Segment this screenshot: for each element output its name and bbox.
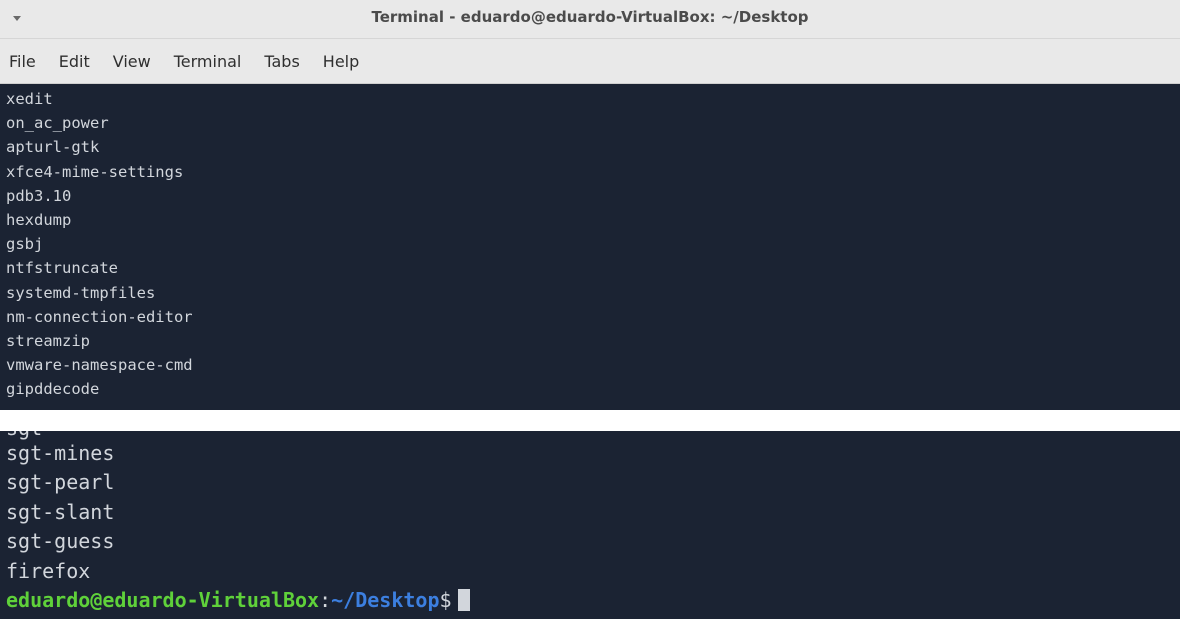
output-line: xfce4-mime-settings [6, 162, 184, 181]
prompt-colon: : [319, 588, 332, 613]
output-line: gsbj [6, 235, 44, 254]
text-cursor [457, 589, 470, 612]
title-bar[interactable]: Terminal - eduardo@eduardo-VirtualBox: ~… [0, 0, 1180, 39]
menu-edit[interactable]: Edit [59, 52, 90, 71]
menu-tabs[interactable]: Tabs [264, 52, 299, 71]
menu-help[interactable]: Help [323, 52, 359, 71]
output-line: ntfstruncate [6, 259, 118, 278]
prompt-user-host: eduardo@eduardo-VirtualBox [6, 588, 320, 613]
terminal-output-bottom[interactable]: sgt- sgt-mines sgt-pearl sgt-slant sgt-g… [0, 431, 1180, 619]
output-line: pdb3.10 [6, 186, 72, 205]
output-line: sgt-pearl [6, 470, 115, 495]
screenshot-gap [0, 410, 1180, 431]
bottom-output-lines: sgt-mines sgt-pearl sgt-slant sgt-guess … [6, 439, 470, 615]
window-title: Terminal - eduardo@eduardo-VirtualBox: ~… [371, 8, 809, 26]
output-line: sgt-guess [6, 529, 115, 554]
output-line: hexdump [6, 211, 72, 230]
output-line: apturl-gtk [6, 138, 100, 157]
terminal-window: Terminal - eduardo@eduardo-VirtualBox: ~… [0, 0, 1180, 411]
prompt-path: ~/Desktop [331, 588, 440, 613]
output-line: xedit [6, 90, 53, 108]
terminal-output-top[interactable]: xedit on_ac_power apturl-gtk xfce4-mime-… [0, 84, 1180, 411]
output-line: nm-connection-editor [6, 307, 193, 326]
menu-terminal[interactable]: Terminal [174, 52, 242, 71]
shell-prompt[interactable]: eduardo@eduardo-VirtualBox:~/Desktop$ [6, 586, 470, 615]
output-line: vmware-namespace-cmd [6, 356, 193, 375]
output-line: gipddecode [6, 380, 100, 399]
output-line: sgt-mines [6, 441, 115, 465]
menu-bar: File Edit View Terminal Tabs Help [0, 39, 1180, 84]
output-line: sgt-slant [6, 499, 115, 524]
output-line: systemd-tmpfiles [6, 283, 156, 302]
prompt-symbol: $ [439, 588, 452, 613]
output-line: streamzip [6, 332, 90, 351]
output-line: firefox [6, 558, 91, 583]
menu-view[interactable]: View [113, 52, 151, 71]
menu-file[interactable]: File [9, 52, 36, 71]
output-line: on_ac_power [6, 114, 109, 133]
